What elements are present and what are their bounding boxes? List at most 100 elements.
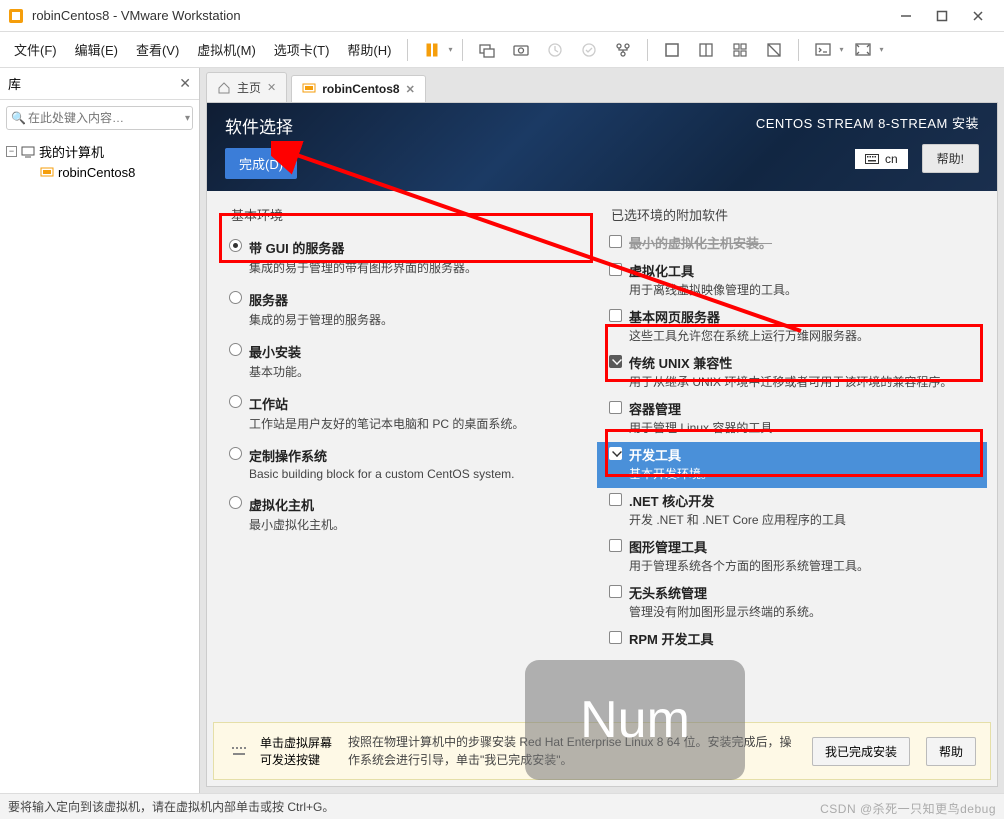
status-text: 要将输入定向到该虚拟机，请在虚拟机内部单击或按 Ctrl+G。 — [8, 798, 334, 815]
install-done-button[interactable]: 我已完成安装 — [812, 737, 910, 766]
radio-icon[interactable] — [229, 291, 242, 304]
tab-close-button[interactable]: ✕ — [406, 83, 415, 96]
computer-icon — [21, 145, 35, 159]
dropdown-icon[interactable]: ▾ — [448, 45, 452, 54]
radio-icon[interactable] — [229, 395, 242, 408]
radio-icon[interactable] — [229, 239, 242, 252]
snapshot-button[interactable] — [507, 36, 535, 64]
env-option[interactable]: 带 GUI 的服务器 集成的易于管理的带有图形界面的服务器。 — [217, 234, 577, 286]
done-button[interactable]: 完成(D) — [225, 148, 297, 179]
addon-option[interactable]: 最小的虚拟化主机安装。 — [597, 230, 987, 258]
addon-option[interactable]: 无头系统管理 管理没有附加图形显示终端的系统。 — [597, 580, 987, 626]
addon-desc: 开发 .NET 和 .NET Core 应用程序的工具 — [629, 511, 977, 528]
checkbox-icon[interactable] — [609, 631, 622, 644]
menu-view[interactable]: 查看(V) — [130, 36, 185, 63]
num-indicator-overlay: Num — [525, 660, 745, 780]
revert-snapshot-button[interactable] — [541, 36, 569, 64]
unity-button[interactable] — [760, 36, 788, 64]
vm-icon — [40, 166, 54, 180]
view-tiled-button[interactable] — [692, 36, 720, 64]
menu-edit[interactable]: 编辑(E) — [69, 36, 124, 63]
env-title: 工作站 — [249, 394, 567, 413]
addon-desc: 用于离线虚拟映像管理的工具。 — [629, 281, 977, 298]
fullscreen-button[interactable] — [849, 36, 877, 64]
addon-title: .NET 核心开发 — [629, 491, 977, 510]
checkbox-icon[interactable] — [609, 447, 622, 460]
addon-desc: 基本开发环境。 — [629, 465, 977, 482]
pause-button[interactable] — [418, 36, 446, 64]
home-icon — [217, 81, 231, 95]
toolbar: ▾ ▾ ▾ — [418, 36, 883, 64]
addon-desc: 用于管理 Linux 容器的工具 — [629, 419, 977, 436]
dropdown-icon[interactable]: ▾ — [185, 113, 190, 124]
addon-title: RPM 开发工具 — [629, 629, 977, 648]
hint-help-button[interactable]: 帮助 — [926, 737, 976, 766]
tree-root[interactable]: − 我的计算机 — [6, 140, 193, 163]
addon-desc: 用于管理系统各个方面的图形系统管理工具。 — [629, 557, 977, 574]
menu-vm[interactable]: 虚拟机(M) — [191, 36, 262, 63]
env-option[interactable]: 定制操作系统 Basic building block for a custom… — [217, 442, 577, 491]
console-button[interactable] — [809, 36, 837, 64]
sidebar-close-button[interactable]: ✕ — [179, 75, 191, 92]
addon-title: 虚拟化工具 — [629, 261, 977, 280]
menu-help[interactable]: 帮助(H) — [341, 36, 397, 63]
minimize-button[interactable] — [888, 2, 924, 30]
search-input[interactable] — [26, 109, 185, 127]
addon-option[interactable]: 传统 UNIX 兼容性 用于从继承 UNIX 环境中迁移或者可用于该环境的兼容程… — [597, 350, 987, 396]
addon-option[interactable]: 虚拟化工具 用于离线虚拟映像管理的工具。 — [597, 258, 987, 304]
sidebar-search[interactable]: 🔍 ▾ — [6, 106, 193, 130]
tab-vm[interactable]: robinCentos8 ✕ — [291, 75, 426, 102]
tab-home[interactable]: 主页 ✕ — [206, 72, 287, 102]
env-option[interactable]: 工作站 工作站是用户友好的笔记本电脑和 PC 的桌面系统。 — [217, 390, 577, 442]
watermark: CSDN @杀死一只知更鸟debug — [820, 800, 996, 817]
checkbox-icon[interactable] — [609, 493, 622, 506]
addon-option[interactable]: 基本网页服务器 这些工具允许您在系统上运行万维网服务器。 — [597, 304, 987, 350]
checkbox-icon[interactable] — [609, 235, 622, 248]
keyboard-icon — [865, 154, 879, 164]
view-thumbnail-button[interactable] — [726, 36, 754, 64]
env-option[interactable]: 虚拟化主机 最小虚拟化主机。 — [217, 491, 577, 543]
menu-file[interactable]: 文件(F) — [8, 36, 63, 63]
env-title: 最小安装 — [249, 342, 567, 361]
dropdown-icon[interactable]: ▾ — [839, 45, 843, 54]
tab-close-button[interactable]: ✕ — [267, 81, 276, 94]
addon-option[interactable]: 容器管理 用于管理 Linux 容器的工具 — [597, 396, 987, 442]
radio-icon[interactable] — [229, 343, 242, 356]
hint-left-text: 单击虚拟屏幕 可发送按键 — [260, 734, 332, 768]
addon-title: 开发工具 — [629, 445, 977, 464]
checkbox-icon[interactable] — [609, 355, 622, 368]
tree-toggle[interactable]: − — [6, 146, 17, 157]
snapshot-manager-button[interactable] — [609, 36, 637, 64]
env-desc: 集成的易于管理的服务器。 — [249, 311, 567, 328]
env-option[interactable]: 服务器 集成的易于管理的服务器。 — [217, 286, 577, 338]
env-option[interactable]: 最小安装 基本功能。 — [217, 338, 577, 390]
radio-icon[interactable] — [229, 496, 242, 509]
addon-title: 无头系统管理 — [629, 583, 977, 602]
panel-heading: 已选环境的附加软件 — [611, 205, 987, 224]
addon-title: 容器管理 — [629, 399, 977, 418]
checkbox-icon[interactable] — [609, 539, 622, 552]
installer-help-button[interactable]: 帮助! — [922, 144, 979, 173]
addon-option[interactable]: 开发工具 基本开发环境。 — [597, 442, 987, 488]
titlebar: robinCentos8 - VMware Workstation — [0, 0, 1004, 32]
addon-desc: 这些工具允许您在系统上运行万维网服务器。 — [629, 327, 977, 344]
send-ctrl-alt-del-button[interactable] — [473, 36, 501, 64]
addon-option[interactable]: .NET 核心开发 开发 .NET 和 .NET Core 应用程序的工具 — [597, 488, 987, 534]
keyboard-indicator[interactable]: cn — [855, 149, 908, 169]
panel-heading: 基本环境 — [231, 205, 577, 224]
manage-snapshot-button[interactable] — [575, 36, 603, 64]
radio-icon[interactable] — [229, 447, 242, 460]
addon-title: 基本网页服务器 — [629, 307, 977, 326]
addon-option[interactable]: 图形管理工具 用于管理系统各个方面的图形系统管理工具。 — [597, 534, 987, 580]
menu-tabs[interactable]: 选项卡(T) — [268, 36, 336, 63]
close-button[interactable] — [960, 2, 996, 30]
checkbox-icon[interactable] — [609, 401, 622, 414]
tree-vm-item[interactable]: robinCentos8 — [6, 163, 193, 182]
checkbox-icon[interactable] — [609, 309, 622, 322]
addon-option[interactable]: RPM 开发工具 — [597, 626, 987, 654]
checkbox-icon[interactable] — [609, 585, 622, 598]
dropdown-icon[interactable]: ▾ — [879, 45, 883, 54]
view-single-button[interactable] — [658, 36, 686, 64]
maximize-button[interactable] — [924, 2, 960, 30]
checkbox-icon[interactable] — [609, 263, 622, 276]
